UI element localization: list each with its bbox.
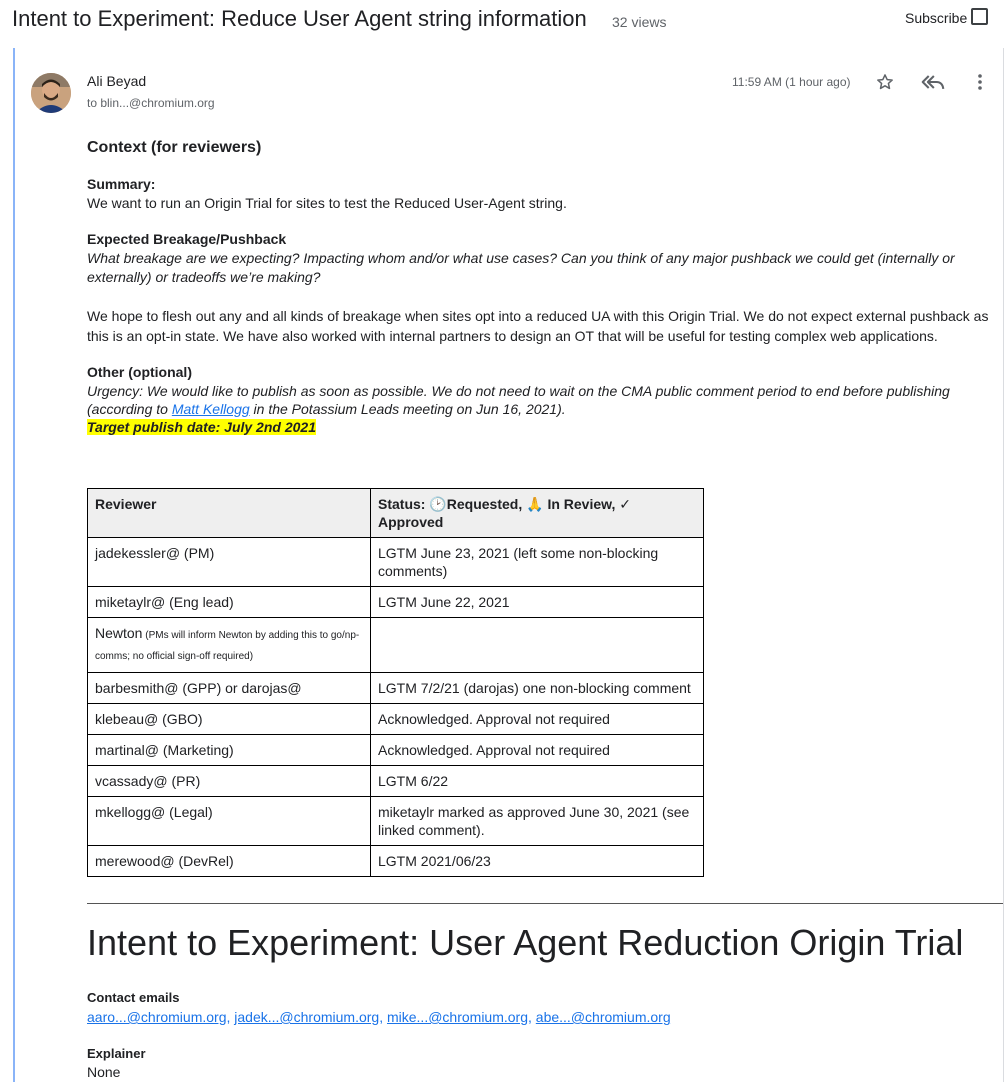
context-heading: Context (for reviewers) xyxy=(87,139,262,156)
status-cell: LGTM 6/22 xyxy=(370,765,704,797)
status-cell: LGTM June 22, 2021 xyxy=(370,586,704,618)
reviewer-table: Reviewer Status: 🕑Requested, 🙏 In Review… xyxy=(87,488,704,877)
breakage-answer: We hope to flesh out any and all kinds o… xyxy=(87,308,989,344)
email-separator: , xyxy=(528,1009,536,1025)
reviewer-cell: Newton (PMs will inform Newton by adding… xyxy=(87,617,371,673)
table-row: vcassady@ (PR) LGTM 6/22 xyxy=(87,765,704,797)
summary-text: We want to run an Origin Trial for sites… xyxy=(87,195,567,211)
explainer-value: None xyxy=(87,1064,121,1080)
contact-email-link[interactable]: jadek...@chromium.org xyxy=(234,1009,379,1025)
reviewer-column-header: Reviewer xyxy=(87,488,371,538)
reviewer-cell: merewood@ (DevRel) xyxy=(87,845,371,877)
table-row: miketaylr@ (Eng lead) LGTM June 22, 2021 xyxy=(87,586,704,618)
more-vert-icon[interactable] xyxy=(967,70,993,94)
reviewer-name: miketaylr@ (Eng lead) xyxy=(95,594,234,610)
message-body: Context (for reviewers) Summary: We want… xyxy=(87,138,999,437)
contact-email-link[interactable]: mike...@chromium.org xyxy=(387,1009,528,1025)
reviewer-cell: jadekessler@ (PM) xyxy=(87,537,371,587)
reply-all-icon[interactable] xyxy=(920,70,946,94)
reviewer-name: jadekessler@ (PM) xyxy=(95,545,215,561)
view-count: 32 views xyxy=(612,14,667,30)
thread-indicator-line xyxy=(13,48,15,1082)
reviewer-cell: mkellogg@ (Legal) xyxy=(87,796,371,846)
status-cell: miketaylr marked as approved June 30, 20… xyxy=(370,796,704,846)
table-header-row: Reviewer Status: 🕑Requested, 🙏 In Review… xyxy=(87,488,704,538)
reviewer-cell: miketaylr@ (Eng lead) xyxy=(87,586,371,618)
reviewer-name: mkellogg@ (Legal) xyxy=(95,804,213,820)
status-cell: Acknowledged. Approval not required xyxy=(370,734,704,766)
message-border xyxy=(1003,48,1004,1082)
breakage-heading: Expected Breakage/Pushback xyxy=(87,231,287,247)
reviewer-name: vcassady@ (PR) xyxy=(95,773,201,789)
status-cell: LGTM 2021/06/23 xyxy=(370,845,704,877)
intent-title: Intent to Experiment: User Agent Reducti… xyxy=(87,922,964,963)
matt-kellogg-link[interactable]: Matt Kellogg xyxy=(172,401,250,417)
reviewer-name: merewood@ (DevRel) xyxy=(95,853,234,869)
table-row: Newton (PMs will inform Newton by adding… xyxy=(87,617,704,673)
table-row: merewood@ (DevRel) LGTM 2021/06/23 xyxy=(87,845,704,877)
urgency-text-part2: in the Potassium Leads meeting on Jun 16… xyxy=(249,401,566,417)
breakage-prompt: What breakage are we expecting? Impactin… xyxy=(87,250,955,285)
reviewer-name: klebeau@ (GBO) xyxy=(95,711,203,727)
star-icon[interactable] xyxy=(872,70,898,94)
subscribe-label[interactable]: Subscribe xyxy=(905,10,967,26)
target-publish-date: Target publish date: July 2nd 2021 xyxy=(87,419,316,435)
divider xyxy=(87,903,1003,904)
table-row: jadekessler@ (PM) LGTM June 23, 2021 (lef… xyxy=(87,537,704,587)
table-row: mkellogg@ (Legal) miketaylr marked as app… xyxy=(87,796,704,846)
reviewer-cell: vcassady@ (PR) xyxy=(87,765,371,797)
reviewer-name: barbesmith@ (GPP) or darojas@ xyxy=(95,680,302,696)
table-row: klebeau@ (GBO) Acknowledged. Approval not… xyxy=(87,703,704,735)
status-cell xyxy=(370,617,704,673)
status-cell: LGTM 7/2/21 (darojas) one non-blocking c… xyxy=(370,672,704,704)
table-row: barbesmith@ (GPP) or darojas@ LGTM 7/2/21… xyxy=(87,672,704,704)
reviewer-cell: barbesmith@ (GPP) or darojas@ xyxy=(87,672,371,704)
status-cell: LGTM June 23, 2021 (left some non-blocki… xyxy=(370,537,704,587)
email-separator: , xyxy=(379,1009,387,1025)
other-heading: Other (optional) xyxy=(87,364,192,380)
subscribe-checkbox[interactable] xyxy=(971,8,988,25)
contact-heading: Contact emails xyxy=(87,990,180,1005)
urgency-text: Urgency: We would like to publish as soo… xyxy=(87,382,999,418)
reviewer-name: Newton xyxy=(95,625,143,641)
thread-header: Intent to Experiment: Reduce User Agent … xyxy=(0,0,1007,42)
summary-heading: Summary: xyxy=(87,176,156,192)
thread-title: Intent to Experiment: Reduce User Agent … xyxy=(12,6,587,31)
table-row: martinal@ (Marketing) Acknowledged. Appro… xyxy=(87,734,704,766)
message-timestamp: 11:59 AM (1 hour ago) xyxy=(732,75,851,89)
avatar[interactable] xyxy=(31,73,71,113)
contact-email-link[interactable]: abe...@chromium.org xyxy=(536,1009,671,1025)
reviewer-cell: klebeau@ (GBO) xyxy=(87,703,371,735)
reviewer-cell: martinal@ (Marketing) xyxy=(87,734,371,766)
explainer-heading: Explainer xyxy=(87,1046,146,1061)
status-cell: Acknowledged. Approval not required xyxy=(370,703,704,735)
sender-name[interactable]: Ali Beyad xyxy=(87,73,146,89)
recipient-line[interactable]: to blin...@chromium.org xyxy=(87,96,215,110)
contact-email-link[interactable]: aaro...@chromium.org xyxy=(87,1009,226,1025)
reviewer-name: martinal@ (Marketing) xyxy=(95,742,234,758)
status-column-header: Status: 🕑Requested, 🙏 In Review, ✓ Appro… xyxy=(370,488,704,538)
contact-emails: aaro...@chromium.org, jadek...@chromium.… xyxy=(87,1009,671,1025)
